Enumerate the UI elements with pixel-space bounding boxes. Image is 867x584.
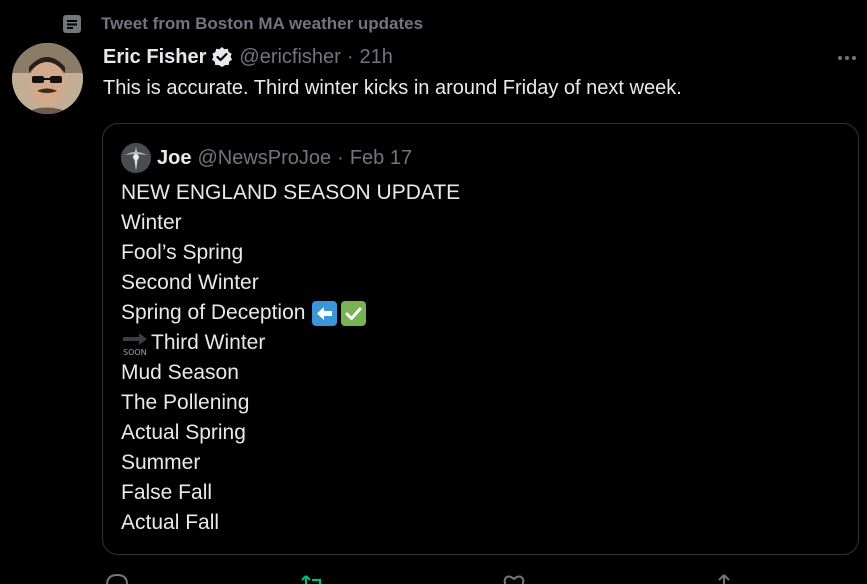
left-arrow-emoji-icon [312, 300, 338, 326]
quote-line: SOON Third Winter [121, 328, 460, 358]
quote-line-text: Actual Spring [121, 421, 246, 444]
quote-line: Actual Fall [121, 508, 460, 538]
quote-author-handle: @NewsProJoe [197, 146, 332, 169]
list-icon [63, 15, 81, 33]
quote-line: Spring of Deception [121, 298, 460, 328]
avatar-image [12, 43, 83, 114]
quote-line: Actual Spring [121, 418, 460, 448]
author-name[interactable]: Eric Fisher [103, 46, 206, 69]
quote-line: False Fall [121, 478, 460, 508]
quote-author-name: Joe [157, 146, 192, 169]
quote-line: NEW ENGLAND SEASON UPDATE [121, 178, 460, 208]
like-icon [503, 575, 525, 584]
more-options-button[interactable] [835, 46, 859, 70]
separator-dot: · [346, 45, 354, 68]
quote-avatar [121, 143, 151, 173]
quote-line-text: Mud Season [121, 361, 239, 384]
quote-line-text: Fool’s Spring [121, 241, 244, 264]
quote-line: Summer [121, 448, 460, 478]
quote-line-text: Winter [121, 211, 182, 234]
share-button[interactable] [711, 572, 737, 584]
reply-icon [106, 573, 129, 584]
soon-arrow-shape: SOON [123, 333, 147, 357]
avatar[interactable] [12, 43, 83, 114]
tweet-header: Eric Fisher @ericfisher · 21h [103, 44, 393, 70]
quote-line: Second Winter [121, 268, 460, 298]
quote-date: Feb 17 [349, 146, 413, 169]
tweet-time[interactable]: 21h [360, 46, 393, 69]
tweet-page: Tweet from Boston MA weather updates Eri… [0, 0, 867, 584]
quote-line-text: Spring of Deception [121, 301, 306, 324]
quote-separator-dot: · [337, 146, 344, 169]
quote-line-text: Third Winter [151, 331, 266, 354]
share-icon [718, 574, 730, 584]
quote-line: The Pollening [121, 388, 460, 418]
soon-arrow-emoji-icon: SOON [121, 328, 151, 358]
like-button[interactable] [501, 572, 527, 584]
quote-line: Mud Season [121, 358, 460, 388]
quote-line-text: Second Winter [121, 271, 259, 294]
social-context[interactable]: Tweet from Boston MA weather updates [62, 12, 423, 36]
quote-line-text: Summer [121, 451, 201, 474]
check-mark-emoji-icon [341, 300, 367, 326]
tweet-text: This is accurate. Third winter kicks in … [103, 77, 682, 99]
quote-line-text: The Pollening [121, 391, 250, 414]
quote-line: Fool’s Spring [121, 238, 460, 268]
quote-line-text: NEW ENGLAND SEASON UPDATE [121, 181, 461, 204]
soon-label: SOON [123, 348, 147, 357]
retweet-icon [301, 575, 322, 584]
social-context-text: Tweet from Boston MA weather updates [101, 14, 424, 33]
verified-badge-icon [212, 47, 233, 67]
quote-avatar-image [121, 143, 151, 173]
retweet-button[interactable] [300, 572, 326, 584]
author-handle[interactable]: @ericfisher [239, 46, 340, 69]
quote-line-text: Actual Fall [121, 511, 220, 534]
quote-line-text: False Fall [121, 481, 213, 504]
quoted-tweet[interactable]: Joe @NewsProJoe · Feb 17 NEW ENGLAND SEA… [102, 123, 859, 555]
reply-button[interactable] [104, 572, 130, 584]
more-icon [838, 56, 856, 60]
quote-body: NEW ENGLAND SEASON UPDATE Winter Fool’s … [121, 178, 460, 538]
quote-header: Joe @NewsProJoe · Feb 17 [121, 143, 413, 173]
action-bar [0, 572, 867, 584]
quote-line: Winter [121, 208, 460, 238]
